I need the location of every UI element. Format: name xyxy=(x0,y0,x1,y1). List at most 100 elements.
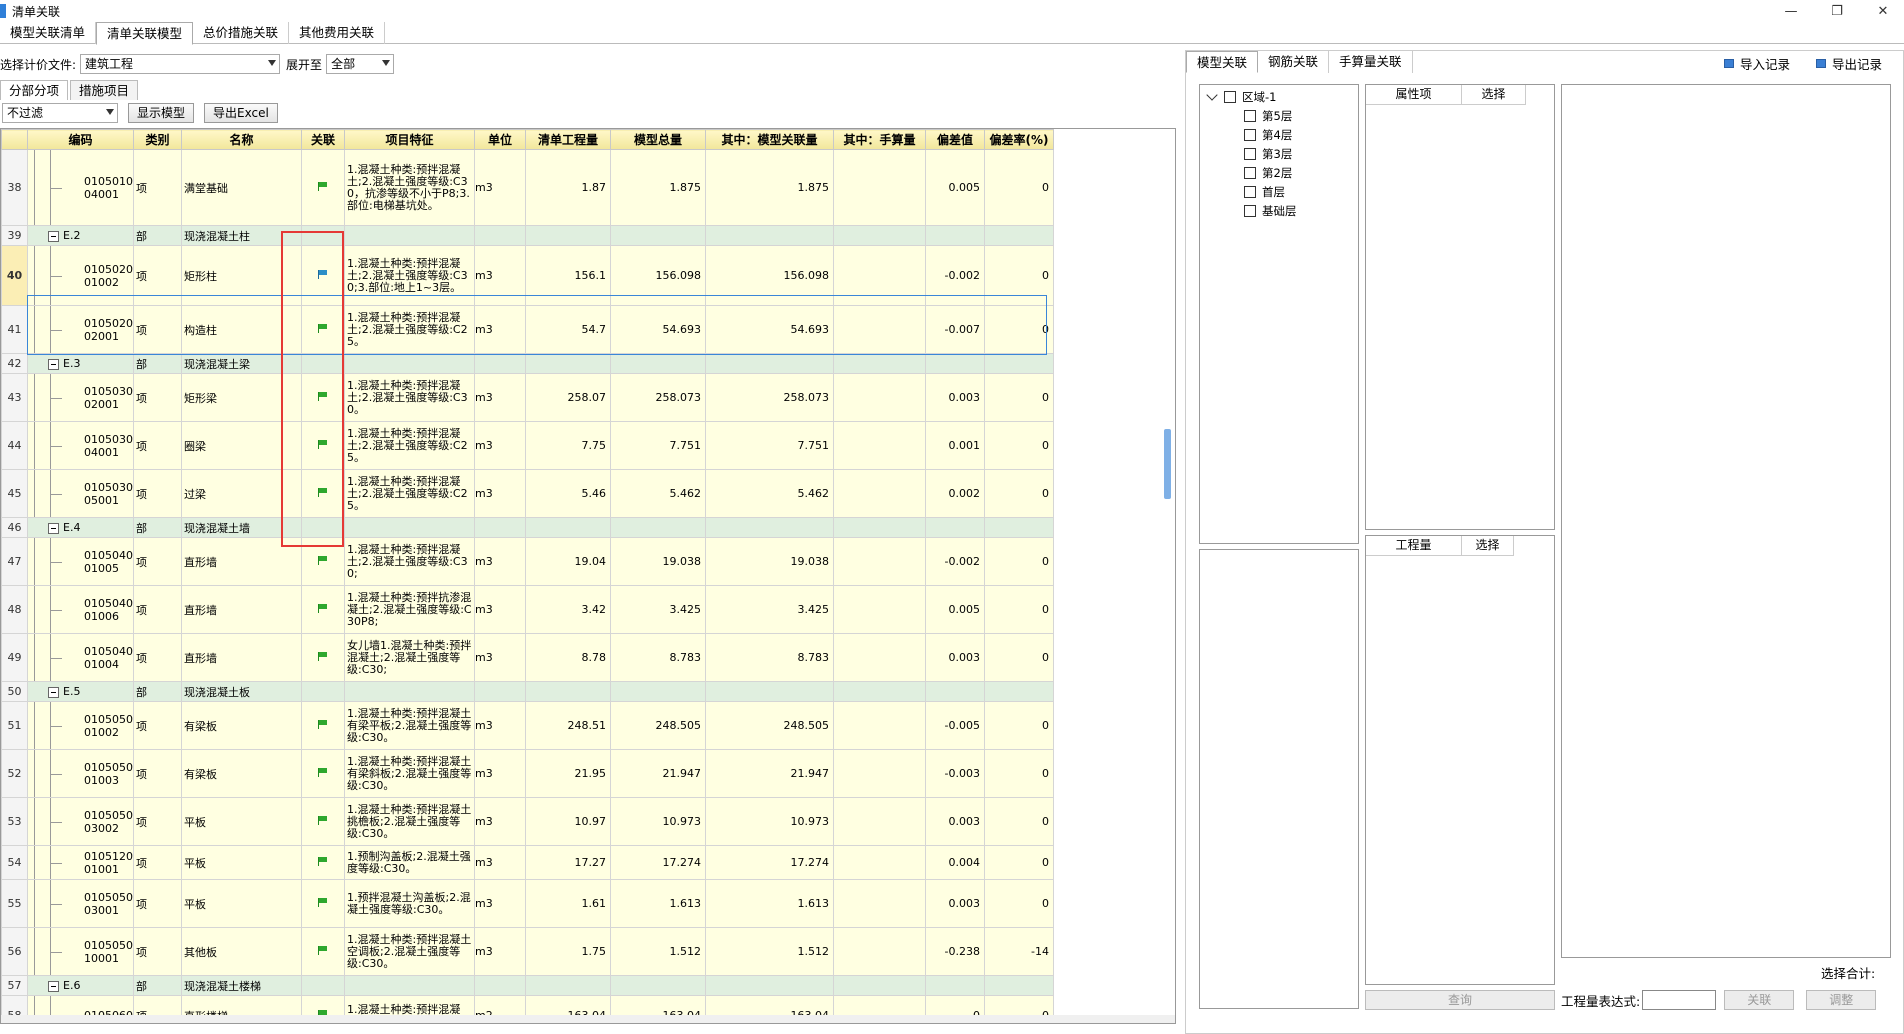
bill-qty-cell[interactable]: 17.27 xyxy=(525,845,611,880)
vertical-scrollbar[interactable] xyxy=(1164,429,1171,499)
flag-icon[interactable] xyxy=(318,324,328,333)
tree-floor-item[interactable]: 基础层 xyxy=(1204,201,1297,220)
bill-qty-cell[interactable]: 1.87 xyxy=(525,149,611,226)
flag-icon[interactable] xyxy=(318,604,328,613)
bill-qty-cell[interactable]: 10.97 xyxy=(525,797,611,846)
header-name[interactable]: 名称 xyxy=(181,129,302,150)
file-select[interactable]: 建筑工程 xyxy=(80,54,281,74)
flag-icon[interactable] xyxy=(318,816,328,825)
floor-checkbox[interactable] xyxy=(1244,185,1256,198)
bill-qty-cell[interactable]: 54.7 xyxy=(525,305,611,354)
code-cell[interactable]: 0105020 01002 xyxy=(27,245,134,306)
table-row[interactable]: 46 E.4 部现浇混凝土墙 xyxy=(1,517,1054,538)
flag-icon[interactable] xyxy=(318,182,328,191)
table-row[interactable]: 52 0105050 01003 项有梁板 1.混凝土种类:预拌混凝土有梁斜板;2.混凝… xyxy=(1,749,1054,798)
flag-icon[interactable] xyxy=(318,946,328,955)
header-unit[interactable]: 单位 xyxy=(474,129,526,150)
bill-qty-cell[interactable]: 7.75 xyxy=(525,421,611,470)
export-record-link[interactable]: 导出记录 xyxy=(1816,54,1882,73)
tree-floor-item[interactable]: 第2层 xyxy=(1204,163,1297,182)
header-model-linked[interactable]: 其中：模型关联量 xyxy=(705,129,834,150)
floor-checkbox[interactable] xyxy=(1244,109,1256,122)
table-row[interactable]: 49 0105040 01004 项直形墙 女儿墙1.混凝土种类:预拌混凝土;2.混凝土… xyxy=(1,633,1054,682)
tab-other-fees[interactable]: 其他费用关联 xyxy=(289,22,386,44)
close-button[interactable]: ✕ xyxy=(1860,0,1904,22)
collapse-icon[interactable] xyxy=(48,230,59,242)
table-row[interactable]: 57 E.6 部现浇混凝土楼梯 xyxy=(1,975,1054,996)
link-cell[interactable] xyxy=(301,537,345,586)
bill-qty-cell[interactable]: 19.04 xyxy=(525,537,611,586)
code-cell[interactable]: 0105040 01006 xyxy=(27,585,134,634)
bill-qty-cell[interactable]: 258.07 xyxy=(525,373,611,422)
flag-icon[interactable] xyxy=(318,556,328,565)
table-row[interactable]: 43 0105030 02001 项矩形梁 1.混凝土种类:预拌混凝土;2.混凝土强度等… xyxy=(1,373,1054,422)
expression-input[interactable] xyxy=(1642,990,1717,1010)
table-row[interactable]: 44 0105030 04001 项圈梁 1.混凝土种类:预拌混凝土;2.混凝土强度等级… xyxy=(1,421,1054,470)
code-cell[interactable]: 0105030 02001 xyxy=(27,373,134,422)
code-cell[interactable]: 0105040 01005 xyxy=(27,537,134,586)
code-cell[interactable]: 0105120 01001 xyxy=(27,845,134,880)
flag-icon[interactable] xyxy=(318,768,328,777)
code-cell[interactable]: 0105030 05001 xyxy=(27,469,134,518)
header-model-total[interactable]: 模型总量 xyxy=(610,129,706,150)
expand-select[interactable]: 全部 xyxy=(326,54,395,74)
tree-floor-item[interactable]: 第4层 xyxy=(1204,125,1297,144)
tab-model-to-bill[interactable]: 模型关联清单 xyxy=(0,22,97,44)
link-cell[interactable] xyxy=(301,879,345,928)
horizontal-scrollbar[interactable] xyxy=(1,1015,1175,1023)
link-cell[interactable] xyxy=(301,701,345,750)
link-cell[interactable] xyxy=(301,927,345,976)
floor-checkbox[interactable] xyxy=(1244,128,1256,141)
table-row[interactable]: 41 0105020 02001 项构造柱 1.混凝土种类:预拌混凝土;2.混凝土强度等… xyxy=(1,305,1054,354)
link-cell[interactable] xyxy=(301,797,345,846)
header-bill-qty[interactable]: 清单工程量 xyxy=(525,129,611,150)
tab-bill-to-model[interactable]: 清单关联模型 xyxy=(96,22,194,45)
tree-floor-item[interactable]: 第5层 xyxy=(1204,106,1297,125)
bill-qty-cell[interactable]: 156.1 xyxy=(525,245,611,306)
tree-floor-item[interactable]: 第3层 xyxy=(1204,144,1297,163)
flag-icon[interactable] xyxy=(318,270,328,279)
table-row[interactable]: 53 0105050 03002 项平板 1.混凝土种类:预拌混凝土挑檐板;2.混凝土强… xyxy=(1,797,1054,846)
link-button[interactable]: 关联 xyxy=(1724,990,1795,1010)
header-feature[interactable]: 项目特征 xyxy=(344,129,475,150)
table-row[interactable]: 56 0105050 10001 项其他板 1.混凝土种类:预拌混凝土空调板;2.混凝土… xyxy=(1,927,1054,976)
bill-qty-cell[interactable]: 1.75 xyxy=(525,927,611,976)
table-row[interactable]: 39 E.2 部现浇混凝土柱 xyxy=(1,225,1054,246)
maximize-button[interactable]: ❐ xyxy=(1814,0,1860,22)
table-row[interactable]: 50 E.5 部现浇混凝土板 xyxy=(1,681,1054,702)
code-cell[interactable]: 0105030 04001 xyxy=(27,421,134,470)
code-cell[interactable]: 0105050 03002 xyxy=(27,797,134,846)
link-cell[interactable] xyxy=(301,749,345,798)
table-row[interactable]: 42 E.3 部现浇混凝土梁 xyxy=(1,353,1054,374)
flag-icon[interactable] xyxy=(318,720,328,729)
table-row[interactable]: 45 0105030 05001 项过梁 1.混凝土种类:预拌混凝土;2.混凝土强度等级… xyxy=(1,469,1054,518)
link-cell[interactable] xyxy=(301,585,345,634)
tab-model-link[interactable]: 模型关联 xyxy=(1186,51,1259,73)
flag-icon[interactable] xyxy=(318,898,328,907)
flag-icon[interactable] xyxy=(318,488,328,497)
tree-root[interactable]: 区域-1 xyxy=(1204,87,1297,106)
code-cell[interactable]: 0105050 10001 xyxy=(27,927,134,976)
import-record-link[interactable]: 导入记录 xyxy=(1724,54,1790,73)
tab-rebar-link[interactable]: 钢筋关联 xyxy=(1258,51,1330,73)
link-cell[interactable] xyxy=(301,633,345,682)
code-cell[interactable]: 0105040 01004 xyxy=(27,633,134,682)
link-cell[interactable] xyxy=(301,373,345,422)
group-code-cell[interactable]: E.4 xyxy=(27,517,134,538)
code-cell[interactable]: 0105050 01002 xyxy=(27,701,134,750)
header-link[interactable]: 关联 xyxy=(301,129,345,150)
group-code-cell[interactable]: E.6 xyxy=(27,975,134,996)
filter-select[interactable]: 不过滤 xyxy=(2,103,118,123)
table-row[interactable]: 54 0105120 01001 项平板 1.预制沟盖板;2.混凝土强度等级:C30。 m… xyxy=(1,845,1054,880)
table-row[interactable]: 38 0105010 04001 项满堂基础 1.混凝土种类:预拌混凝土;2.混凝土强度… xyxy=(1,149,1054,226)
flag-icon[interactable] xyxy=(318,392,328,401)
tree-floor-item[interactable]: 首层 xyxy=(1204,182,1297,201)
collapse-icon[interactable] xyxy=(48,358,59,370)
bill-qty-cell[interactable]: 1.61 xyxy=(525,879,611,928)
code-cell[interactable]: 0105020 02001 xyxy=(27,305,134,354)
root-checkbox[interactable] xyxy=(1224,90,1236,103)
chevron-down-icon[interactable] xyxy=(1206,88,1218,101)
header-deviation[interactable]: 偏差值 xyxy=(925,129,985,150)
collapse-icon[interactable] xyxy=(48,686,59,698)
table-row[interactable]: 55 0105050 03001 项平板 1.预拌混凝土沟盖板;2.混凝土强度等级:C3… xyxy=(1,879,1054,928)
